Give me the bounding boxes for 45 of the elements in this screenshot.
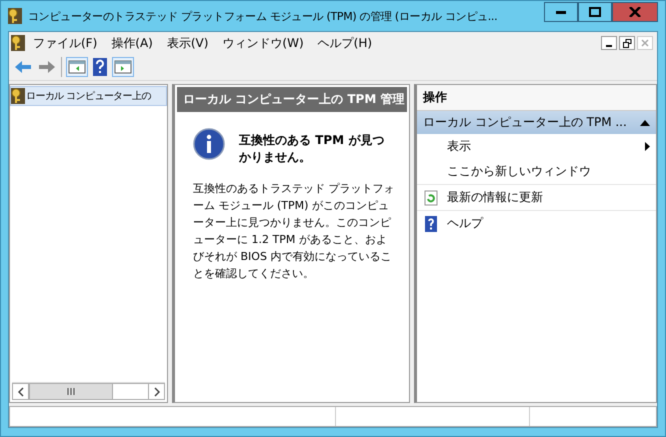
back-button[interactable] (13, 58, 33, 76)
minimize-icon (556, 10, 566, 14)
maximize-icon (589, 7, 601, 17)
console-key-icon (11, 35, 25, 51)
message-text: 互換性のあるトラステッド プラットフォーム モジュール (TPM) がこのコンピューター上に見つかりません。このコンピューターに 1.2 TPM があること、およびそれが BIOS 内で有効になっていることを確認してください。 (192, 181, 396, 282)
app-key-icon (8, 8, 22, 24)
action-item[interactable]: ヘルプ (417, 210, 656, 236)
chevron-right-icon (154, 386, 160, 396)
minimize-button[interactable] (601, 36, 617, 50)
scrollbar-thumb[interactable] (29, 383, 113, 400)
refresh-icon (423, 190, 439, 206)
actions-group-header[interactable]: ローカル コンピューター上の TPM ... (417, 111, 656, 134)
action-item[interactable]: 表示 (417, 134, 656, 159)
menu-item[interactable]: ファイル(F) (27, 32, 104, 54)
menu-item[interactable]: ウィンドウ(W) (216, 32, 310, 54)
submenu-arrow-icon (645, 142, 650, 151)
info-icon (193, 128, 225, 160)
chevron-left-icon (18, 386, 24, 396)
message-title: 互換性のある TPM が見つかりません。 (239, 132, 386, 166)
close-icon (641, 39, 649, 47)
minimize-button[interactable] (544, 2, 578, 22)
minimize-icon (606, 45, 612, 47)
scroll-left-button[interactable] (12, 383, 29, 400)
menu-item[interactable]: 操作(A) (105, 32, 159, 54)
pane-header: ローカル コンピューター上の TPM 管理 (177, 87, 407, 112)
scroll-right-button[interactable] (148, 383, 165, 400)
menu-item[interactable]: ヘルプ(H) (312, 32, 378, 54)
actions-header: 操作 (417, 85, 656, 111)
action-item[interactable]: ここから新しいウィンドウ (417, 159, 656, 184)
action-item[interactable]: 最新の情報に更新 (417, 184, 656, 210)
action-pane-button[interactable] (112, 57, 134, 77)
maximize-button[interactable] (578, 2, 612, 22)
key-computer-icon (11, 88, 25, 104)
restore-icon (622, 38, 632, 48)
close-icon (629, 7, 641, 17)
window-title: コンピューターのトラステッド プラットフォーム モジュール (TPM) の管理 (ローカル コンピュ... (28, 8, 498, 24)
collapse-icon (640, 120, 650, 126)
close-button[interactable] (612, 2, 658, 22)
help-button[interactable] (92, 57, 108, 77)
forward-button[interactable] (37, 58, 57, 76)
menu-item[interactable]: 表示(V) (160, 32, 214, 54)
restore-button[interactable] (619, 36, 635, 50)
help-icon (423, 216, 439, 232)
console-tree-button[interactable] (66, 57, 88, 77)
tree-item[interactable]: ローカル コンピューター上の (10, 86, 167, 106)
